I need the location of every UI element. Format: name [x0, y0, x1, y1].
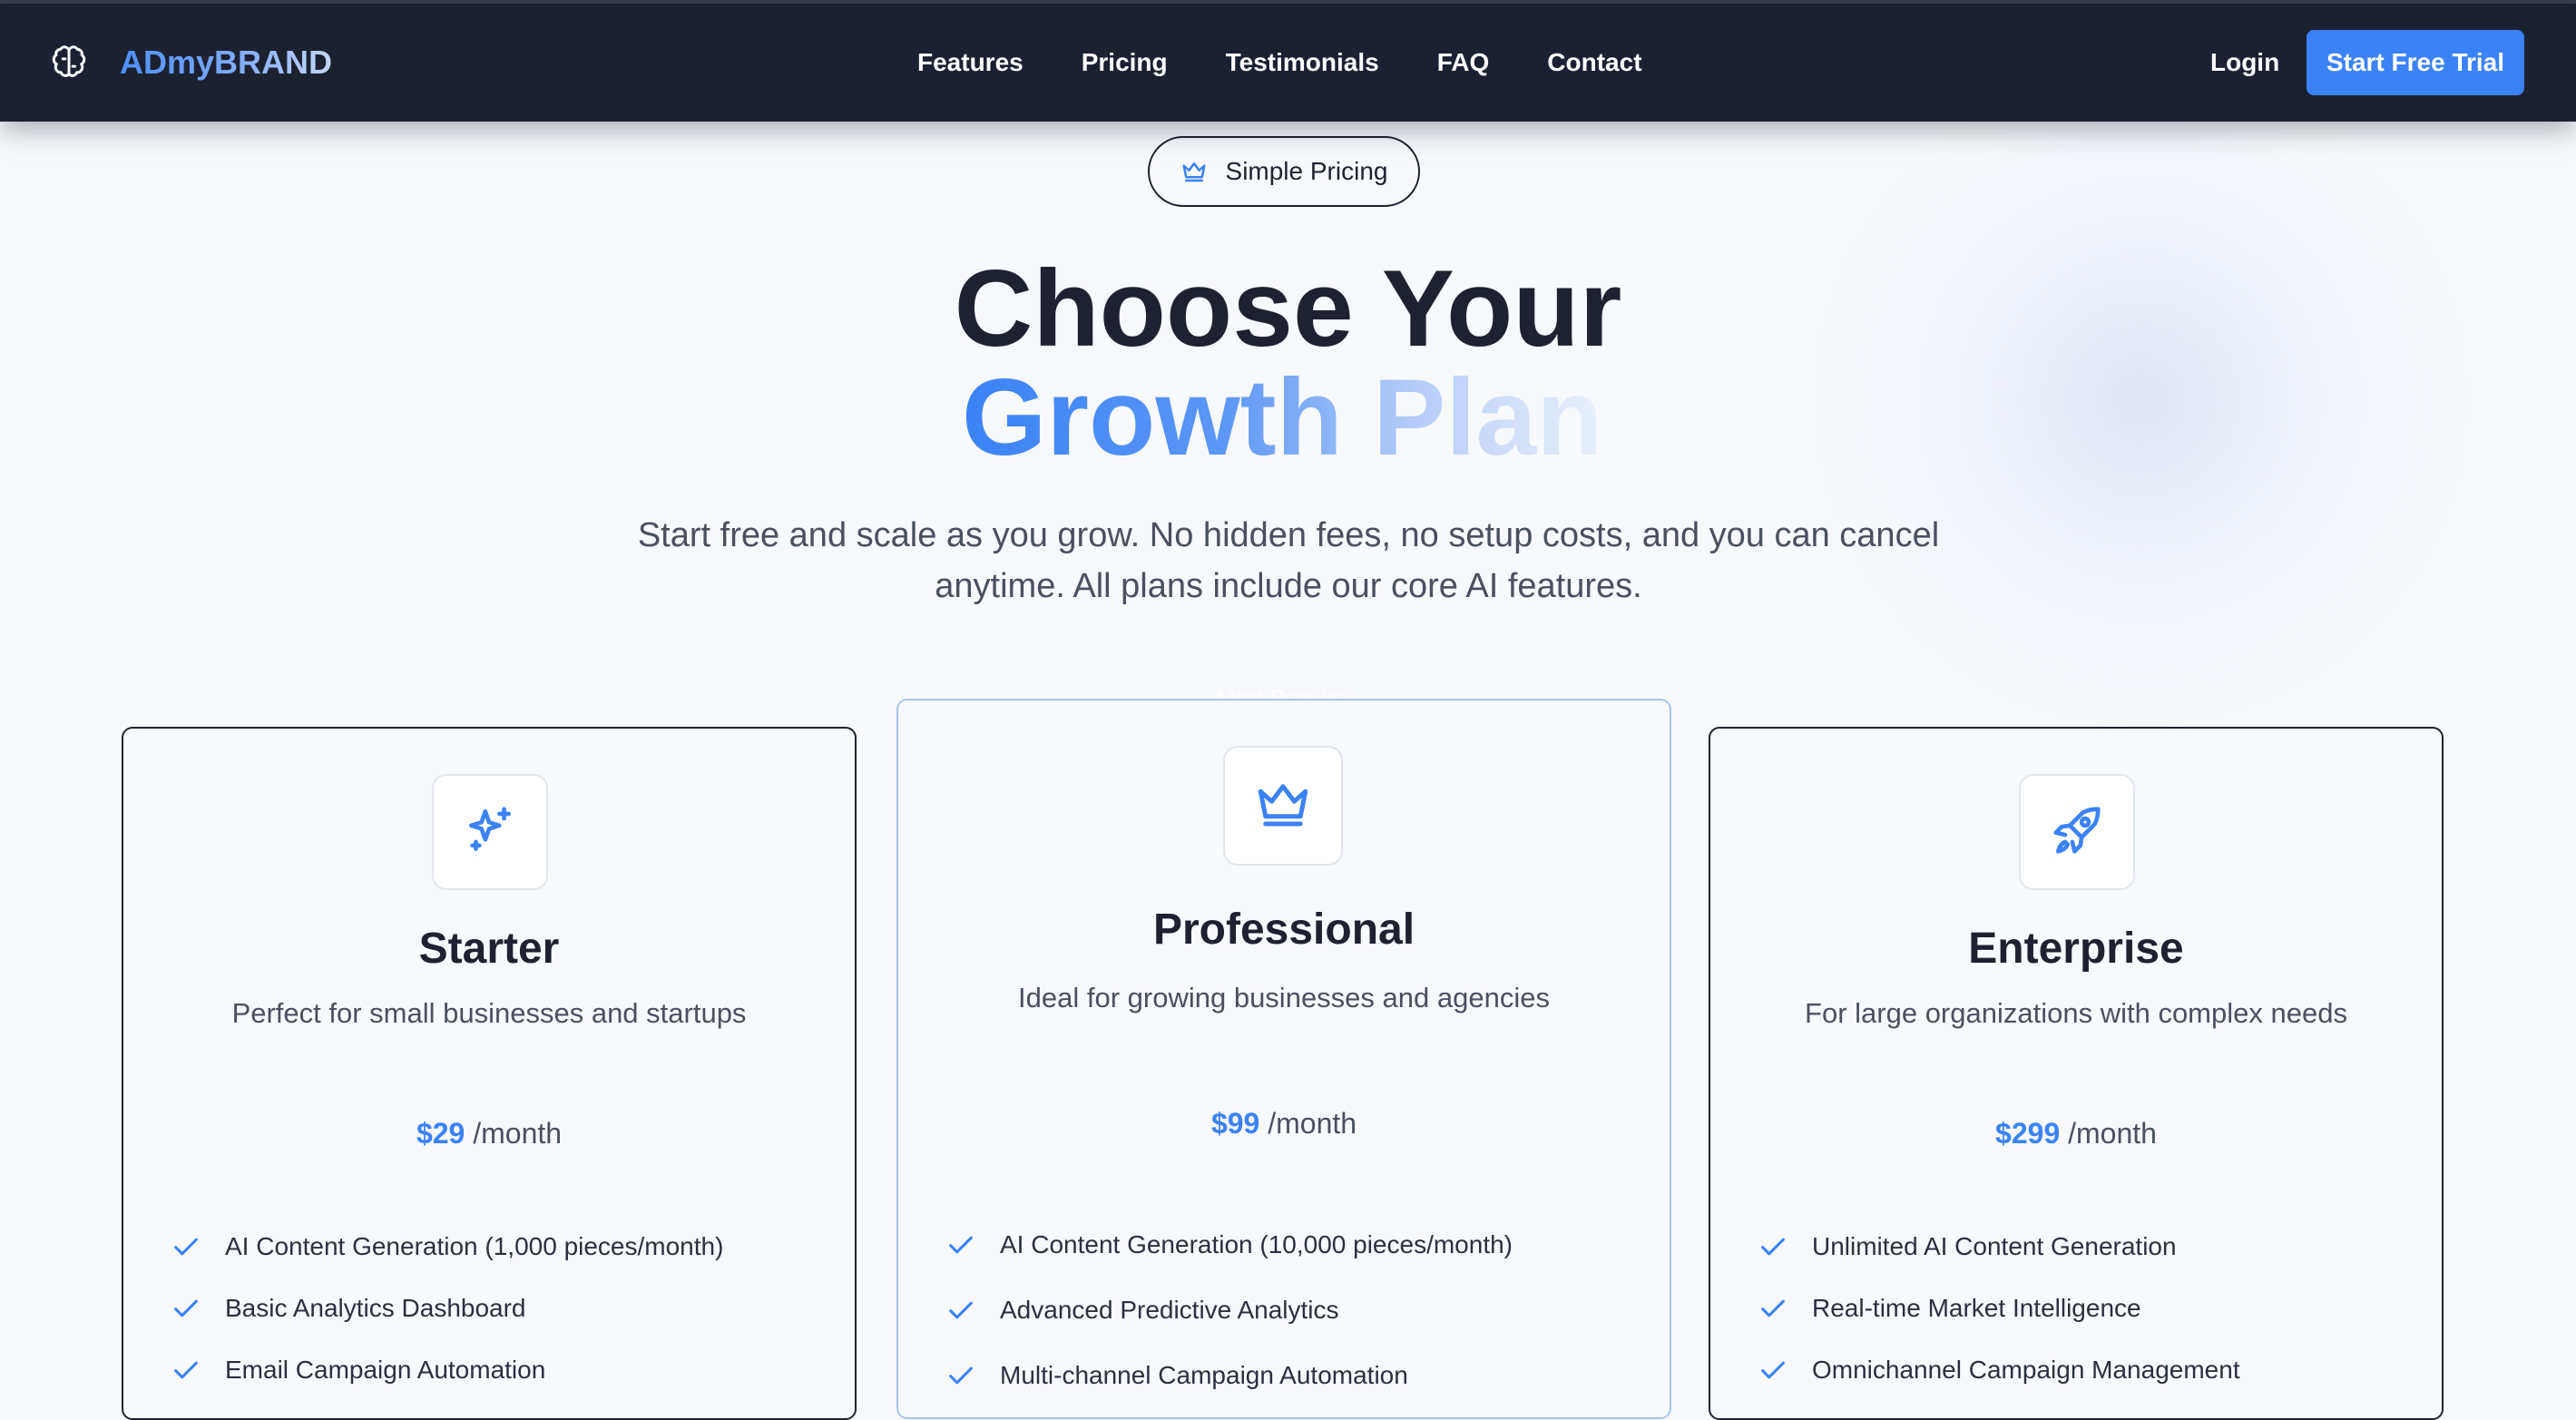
feature-list: AI Content Generation (1,000 pieces/mont…: [171, 1216, 837, 1401]
simple-pricing-pill: Simple Pricing: [1148, 136, 1420, 207]
feature-item: Advanced Predictive Analytics: [945, 1278, 1651, 1343]
feature-text: Unlimited AI Content Generation: [1812, 1232, 2177, 1260]
nav-testimonials[interactable]: Testimonials: [1226, 48, 1379, 77]
rocket-icon: [2049, 802, 2105, 863]
feature-item: Unlimited AI Content Generation: [1758, 1216, 2424, 1278]
check-icon: [945, 1229, 976, 1260]
plan-price: $29 /month: [123, 1117, 855, 1151]
background-glow: [1797, 73, 2486, 726]
check-icon: [171, 1355, 201, 1386]
hero-title-line1: Choose Your: [954, 248, 1622, 369]
plan-name: Starter: [418, 925, 560, 973]
feature-item: Basic Analytics Dashboard: [171, 1278, 837, 1339]
brand[interactable]: ADmyBRAND: [49, 4, 332, 122]
nav-contact[interactable]: Contact: [1547, 48, 1641, 77]
feature-text: AI Content Generation (10,000 pieces/mon…: [1000, 1230, 1513, 1258]
price-amount: $299: [1995, 1117, 2061, 1150]
feature-text: Multi-channel Campaign Automation: [1000, 1361, 1408, 1389]
plan-description: Ideal for growing businesses and agencie…: [1018, 982, 1550, 1014]
sparkles-icon: [462, 802, 518, 863]
top-navbar: ADmyBRAND Features Pricing Testimonials …: [0, 4, 2576, 122]
plan-description: For large organizations with complex nee…: [1805, 997, 2347, 1029]
check-icon: [945, 1360, 976, 1391]
price-period: /month: [473, 1117, 563, 1150]
plan-icon-box: [2019, 774, 2135, 890]
check-icon: [171, 1293, 201, 1324]
feature-text: Email Campaign Automation: [225, 1356, 546, 1384]
check-icon: [945, 1295, 976, 1326]
plan-price: $299 /month: [1710, 1117, 2442, 1151]
price-period: /month: [1268, 1107, 1357, 1140]
nav-features[interactable]: Features: [917, 48, 1024, 77]
hero-title-line2: Growth Plan: [962, 354, 1615, 481]
check-icon: [1758, 1293, 1788, 1324]
price-amount: $99: [1210, 1107, 1260, 1140]
main-nav: Features Pricing Testimonials FAQ Contac…: [917, 4, 1700, 122]
check-icon: [1758, 1231, 1788, 1262]
brand-name: ADmyBRAND: [120, 44, 333, 81]
check-icon: [1758, 1355, 1788, 1386]
login-link[interactable]: Login: [2210, 4, 2279, 122]
feature-item: Real-time Market Intelligence: [1758, 1278, 2424, 1339]
feature-text: Real-time Market Intelligence: [1812, 1294, 2141, 1322]
plan-card-professional: Professional Ideal for growing businesse…: [896, 699, 1671, 1419]
nav-pricing[interactable]: Pricing: [1082, 48, 1168, 77]
feature-text: Omnichannel Campaign Management: [1812, 1356, 2240, 1384]
feature-item: AI Content Generation (1,000 pieces/mont…: [171, 1216, 837, 1278]
plan-description: Perfect for small businesses and startup…: [231, 997, 747, 1029]
brain-icon: [49, 43, 89, 83]
plan-icon-box: [432, 774, 548, 890]
price-amount: $29: [416, 1117, 465, 1150]
feature-text: Basic Analytics Dashboard: [225, 1294, 526, 1322]
pill-label: Simple Pricing: [1225, 157, 1388, 185]
plan-price: $99 /month: [898, 1107, 1670, 1141]
crown-icon: [1253, 774, 1313, 838]
plan-name: Professional: [1152, 906, 1415, 954]
feature-item: AI Content Generation (10,000 pieces/mon…: [945, 1212, 1651, 1278]
price-period: /month: [2068, 1117, 2157, 1150]
crown-icon: [1180, 157, 1210, 186]
plan-name: Enterprise: [1968, 925, 2184, 973]
plan-card-enterprise: Enterprise For large organizations with …: [1709, 727, 2444, 1420]
feature-text: AI Content Generation (1,000 pieces/mont…: [225, 1232, 724, 1260]
start-free-trial-button[interactable]: Start Free Trial: [2307, 30, 2524, 95]
feature-list: Unlimited AI Content Generation Real-tim…: [1758, 1216, 2424, 1401]
feature-item: Omnichannel Campaign Management: [1758, 1339, 2424, 1401]
feature-text: Advanced Predictive Analytics: [1000, 1296, 1339, 1324]
feature-item: Multi-channel Campaign Automation: [945, 1343, 1651, 1408]
plan-icon-box: [1223, 746, 1343, 866]
plan-card-starter: Starter Perfect for small businesses and…: [122, 727, 857, 1420]
feature-list: AI Content Generation (10,000 pieces/mon…: [945, 1212, 1651, 1408]
hero-subtitle: Start free and scale as you grow. No hid…: [637, 516, 1940, 605]
nav-faq[interactable]: FAQ: [1437, 48, 1490, 77]
feature-item: Email Campaign Automation: [171, 1339, 837, 1401]
check-icon: [171, 1231, 201, 1262]
